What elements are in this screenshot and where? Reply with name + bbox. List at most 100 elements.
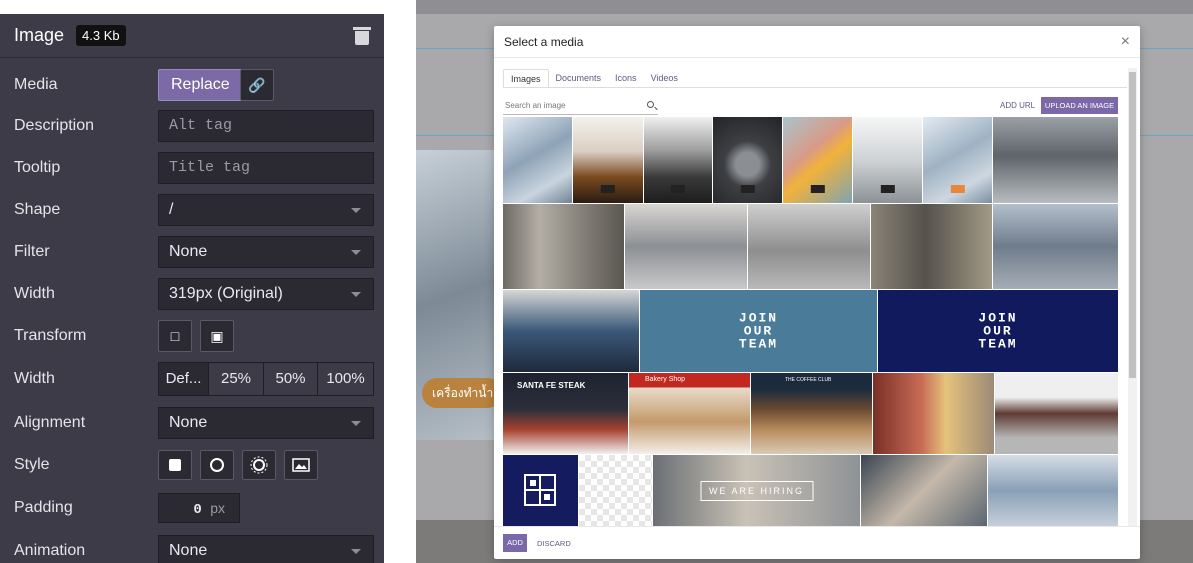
panel-header: Image 4.3 Kb [0, 14, 384, 58]
media-thumbnail[interactable] [625, 204, 747, 289]
background-category-pill: เครื่องทำน้ำ [422, 378, 502, 408]
search-input[interactable]: Search an image [503, 99, 658, 115]
media-thumbnail[interactable] [713, 117, 782, 203]
media-thumbnail[interactable] [873, 373, 994, 454]
image-settings-panel: Image 4.3 Kb Media Replace 🔗 Description… [0, 14, 384, 563]
width-100-option[interactable]: 100% [318, 363, 373, 395]
media-thumbnail[interactable]: WE ARE HIRING [653, 455, 860, 526]
width-select[interactable]: 319px (Original) [158, 278, 374, 310]
description-label: Description [14, 117, 95, 134]
steak-sign: SANTA FE STEAK [517, 381, 586, 390]
media-thumbnail[interactable] [995, 373, 1118, 454]
filter-value: None [169, 243, 208, 260]
media-thumbnail[interactable] [503, 455, 578, 526]
shape-value: / [169, 201, 174, 218]
width-percent-group: Def... 25% 50% 100% [158, 362, 374, 396]
row-tooltip: Tooltip Title tag [0, 147, 384, 189]
media-grid: JOIN OUR TEAM JOIN OUR TEAM SANTA FE STE… [503, 117, 1118, 526]
filter-label: Filter [14, 243, 50, 260]
media-thumbnail[interactable] [993, 117, 1118, 203]
media-thumbnail[interactable] [783, 117, 852, 203]
alt-tag-input[interactable]: Alt tag [158, 110, 374, 142]
filter-select[interactable]: None [158, 236, 374, 268]
row-width: Width 319px (Original) [0, 273, 384, 315]
media-thumbnail[interactable] [993, 204, 1118, 289]
width-25-option[interactable]: 25% [209, 363, 264, 395]
media-label: Media [14, 76, 58, 93]
padding-input[interactable]: 0 px [158, 493, 240, 523]
alignment-value: None [169, 414, 208, 431]
row-padding: Padding 0 px [0, 487, 384, 529]
dialog-footer: ADD DISCARD [494, 526, 1140, 559]
media-thumbnail[interactable] [853, 117, 922, 203]
media-thumbnail[interactable]: SANTA FE STEAK [503, 373, 628, 454]
transform-label: Transform [14, 327, 87, 344]
chevron-down-icon [351, 208, 361, 213]
width-label: Width [14, 285, 55, 302]
scrollbar-thumb[interactable] [1129, 72, 1136, 378]
screen: { "panel": { "title": "Image", "size_bad… [0, 0, 1193, 563]
chevron-down-icon [351, 250, 361, 255]
transform-icon[interactable]: ▣ [200, 320, 234, 352]
row-animation: Animation None [0, 530, 384, 563]
media-tabs: Images Documents Icons Videos [503, 69, 685, 88]
tab-documents[interactable]: Documents [549, 69, 609, 88]
animation-select[interactable]: None [158, 535, 374, 563]
shadow-icon [250, 456, 268, 474]
tab-icons[interactable]: Icons [608, 69, 644, 88]
shape-select[interactable]: / [158, 194, 374, 226]
search-icon[interactable] [647, 101, 654, 108]
width-default-option[interactable]: Def... [159, 363, 209, 395]
padding-value: 0 [193, 502, 202, 518]
add-button[interactable]: ADD [503, 534, 527, 552]
media-thumbnail[interactable]: THE COFFEE CLUB [751, 373, 872, 454]
media-thumbnail[interactable] [503, 117, 572, 203]
media-thumbnail[interactable]: Bakery Shop [629, 373, 750, 454]
tooltip-label: Tooltip [14, 159, 61, 176]
chevron-down-icon [351, 549, 361, 554]
media-thumbnail[interactable] [988, 455, 1118, 526]
tab-videos[interactable]: Videos [644, 69, 685, 88]
padding-label: Padding [14, 499, 73, 516]
background-top-strip [416, 0, 1193, 14]
row-width-percent: Width Def... 25% 50% 100% [0, 358, 384, 400]
row-description: Description Alt tag [0, 105, 384, 147]
media-thumbnail[interactable] [871, 204, 992, 289]
media-thumbnail[interactable] [503, 290, 639, 372]
row-style: Style [0, 444, 384, 486]
media-thumbnail[interactable] [923, 117, 992, 203]
style-thumbnail-button[interactable] [284, 450, 318, 480]
media-thumbnail[interactable] [503, 204, 624, 289]
width-percent-label: Width [14, 370, 55, 387]
close-icon[interactable]: × [1121, 33, 1130, 50]
alignment-select[interactable]: None [158, 407, 374, 439]
style-square-button[interactable] [158, 450, 192, 480]
media-thumbnail[interactable] [644, 117, 712, 203]
media-thumbnail[interactable]: JOIN OUR TEAM [640, 290, 877, 372]
media-thumbnail[interactable] [573, 117, 643, 203]
media-thumbnail[interactable] [748, 204, 870, 289]
row-shape: Shape / [0, 189, 384, 231]
tab-images[interactable]: Images [503, 69, 549, 88]
replace-button[interactable]: Replace [158, 69, 243, 101]
media-thumbnail[interactable] [861, 455, 987, 526]
link-icon[interactable]: 🔗 [240, 69, 274, 101]
add-url-button[interactable]: ADD URL [1000, 101, 1035, 110]
style-shadow-button[interactable] [242, 450, 276, 480]
width-value: 319px (Original) [169, 285, 283, 302]
style-circle-button[interactable] [200, 450, 234, 480]
alignment-label: Alignment [14, 414, 86, 431]
trash-icon[interactable] [353, 26, 371, 45]
media-scrollbar[interactable] [1128, 68, 1137, 526]
title-tag-input[interactable]: Title tag [158, 152, 374, 184]
upload-image-button[interactable]: UPLOAD AN IMAGE [1041, 97, 1118, 114]
animation-value: None [169, 542, 208, 559]
style-label: Style [14, 456, 50, 473]
row-transform: Transform □ ▣ [0, 315, 384, 357]
media-thumbnail[interactable]: JOIN OUR TEAM [878, 290, 1118, 372]
crop-icon[interactable]: □ [158, 320, 192, 352]
media-thumbnail[interactable] [579, 455, 652, 526]
width-50-option[interactable]: 50% [264, 363, 318, 395]
discard-button[interactable]: DISCARD [537, 539, 571, 548]
chevron-down-icon [351, 421, 361, 426]
